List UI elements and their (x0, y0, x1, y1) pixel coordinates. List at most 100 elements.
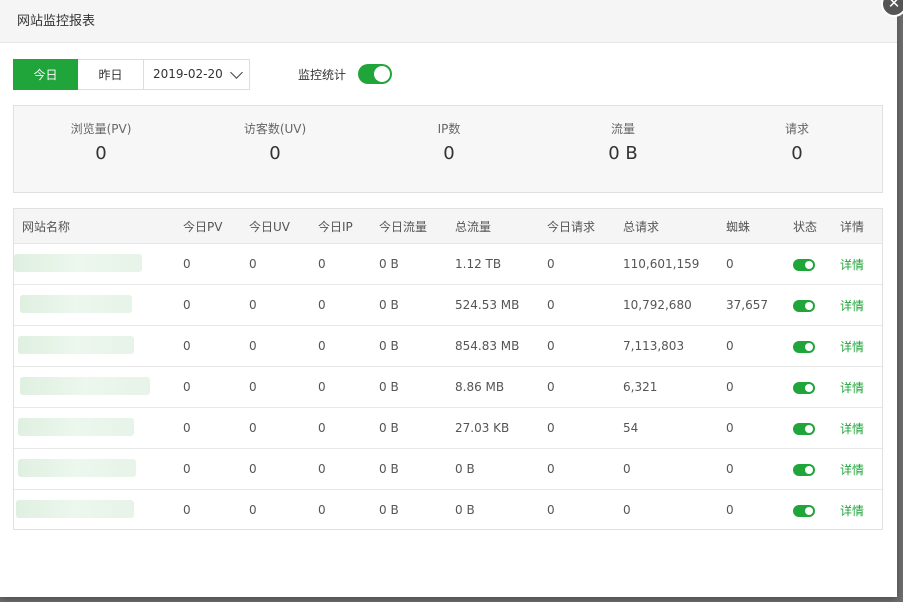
site-name-redacted (14, 448, 183, 490)
cell-today-requests: 0 (547, 503, 555, 517)
cell-today-requests: 0 (547, 243, 623, 285)
cell-pv: 0 (183, 366, 249, 408)
toggle-knob (805, 301, 813, 310)
stat-value: 0 (269, 143, 281, 164)
status-toggle[interactable] (793, 504, 815, 517)
cell-today-traffic: 0 B (379, 503, 399, 517)
detail-link[interactable]: 详情 (840, 299, 864, 313)
cell-total-traffic: 524.53 MB (455, 284, 547, 326)
table-row: 0 0 0 0 B 8.86 MB 0 6,321 0 详情 (14, 366, 882, 408)
cell-total-requests: 54 (623, 407, 726, 449)
cell-pv: 0 (183, 325, 249, 367)
cell-pv: 0 (183, 243, 249, 285)
cell-total-traffic: 8.86 MB (455, 366, 547, 408)
cell-today-traffic: 0 B (379, 284, 455, 326)
cell-total-requests: 10,792,680 (623, 284, 726, 326)
cell-status (793, 490, 840, 531)
detail-link[interactable]: 详情 (840, 340, 864, 354)
date-picker[interactable]: 2019-02-20 (144, 58, 250, 90)
cell-status (793, 325, 840, 367)
status-toggle[interactable] (793, 381, 815, 394)
cell-today-requests: 0 (547, 448, 623, 490)
cell-status (793, 284, 840, 326)
table-row: 0 0 0 0 B 524.53 MB 0 10,792,680 37,657 … (14, 284, 882, 326)
detail-link[interactable]: 详情 (840, 463, 864, 477)
cell-today-traffic: 0 B (379, 448, 455, 490)
toggle-knob (805, 424, 813, 433)
date-range-selector: 今日 昨日 2019-02-20 (13, 58, 250, 90)
status-toggle[interactable] (793, 422, 815, 435)
cell-pv: 0 (183, 503, 191, 517)
cell-today-requests: 0 (547, 407, 623, 449)
today-button[interactable]: 今日 (13, 58, 78, 90)
status-toggle[interactable] (793, 340, 815, 353)
stat-label: 请求 (784, 122, 809, 136)
col-today-uv: 今日UV (249, 209, 318, 244)
stat-pv: 浏览量(PV) 0 (14, 106, 188, 164)
cell-ip: 0 (318, 284, 379, 326)
cell-spiders: 0 (726, 503, 734, 517)
cell-ip: 0 (318, 325, 379, 367)
status-toggle[interactable] (793, 299, 815, 312)
cell-pv: 0 (183, 284, 249, 326)
detail-link[interactable]: 详情 (840, 504, 864, 518)
table-header: 网站名称 今日PV 今日UV 今日IP 今日流量 总流量 今日请求 总请求 蜘蛛… (14, 209, 882, 244)
cell-uv: 0 (249, 407, 318, 449)
cell-today-traffic: 0 B (379, 407, 455, 449)
cell-total-requests: 7,113,803 (623, 325, 726, 367)
stat-value: 0 (443, 143, 455, 164)
col-today-pv: 今日PV (183, 209, 249, 244)
date-value: 2019-02-20 (153, 66, 223, 81)
stat-label: 浏览量(PV) (70, 122, 132, 136)
col-today-traffic: 今日流量 (379, 209, 455, 244)
table-row: 0 0 0 0 B 0 B 0 0 0 详情 (14, 448, 882, 490)
yesterday-button[interactable]: 昨日 (78, 58, 144, 90)
cell-uv: 0 (249, 448, 318, 490)
cell-spiders: 0 (726, 448, 793, 490)
cell-pv: 0 (183, 448, 249, 490)
cell-detail: 详情 (840, 325, 882, 367)
stat-uv: 访客数(UV) 0 (188, 106, 362, 164)
site-name-redacted (14, 284, 183, 326)
cell-total-requests: 0 (623, 503, 631, 517)
cell-detail: 详情 (840, 490, 882, 531)
col-today-requests: 今日请求 (547, 209, 623, 244)
status-toggle[interactable] (793, 463, 815, 476)
stat-requests: 请求 0 (710, 106, 884, 164)
detail-link[interactable]: 详情 (840, 422, 864, 436)
monitor-toggle[interactable] (358, 64, 393, 84)
cell-uv: 0 (249, 366, 318, 408)
dialog-title: 网站监控报表 (0, 0, 897, 43)
cell-today-requests: 0 (547, 284, 623, 326)
site-name-redacted (14, 325, 183, 367)
cell-detail: 详情 (840, 284, 882, 326)
cell-detail: 详情 (840, 448, 882, 490)
cell-status (793, 243, 840, 285)
toggle-knob (805, 383, 813, 392)
table-row: 0 0 0 0 B 1.12 TB 0 110,601,159 0 详情 (14, 243, 882, 285)
cell-total-traffic: 0 B (455, 448, 547, 490)
cell-uv: 0 (249, 243, 318, 285)
cell-total-traffic: 1.12 TB (455, 243, 547, 285)
detail-link[interactable]: 详情 (840, 381, 864, 395)
cell-ip: 0 (318, 366, 379, 408)
col-site-name: 网站名称 (14, 209, 183, 244)
cell-today-traffic: 0 B (379, 366, 455, 408)
status-toggle[interactable] (793, 258, 815, 271)
cell-spiders: 0 (726, 366, 793, 408)
summary-stats: 浏览量(PV) 0 访客数(UV) 0 IP数 0 流量 0 B 请求 0 (13, 105, 883, 193)
cell-uv: 0 (249, 284, 318, 326)
site-name-redacted (14, 407, 183, 449)
cell-ip: 0 (318, 243, 379, 285)
stat-value: 0 B (608, 143, 638, 164)
stat-label: IP数 (437, 122, 461, 136)
col-spiders: 蜘蛛 (726, 209, 793, 244)
stat-ip: IP数 0 (362, 106, 536, 164)
stat-label: 访客数(UV) (243, 122, 307, 136)
toggle-knob (374, 66, 391, 82)
cell-today-requests: 0 (547, 366, 623, 408)
stat-label: 流量 (610, 122, 635, 136)
detail-link[interactable]: 详情 (840, 258, 864, 272)
monitor-report-dialog: 网站监控报表 今日 昨日 2019-02-20 监控统计 浏览量(PV) 0 访… (0, 0, 897, 597)
site-name-redacted (14, 243, 183, 285)
